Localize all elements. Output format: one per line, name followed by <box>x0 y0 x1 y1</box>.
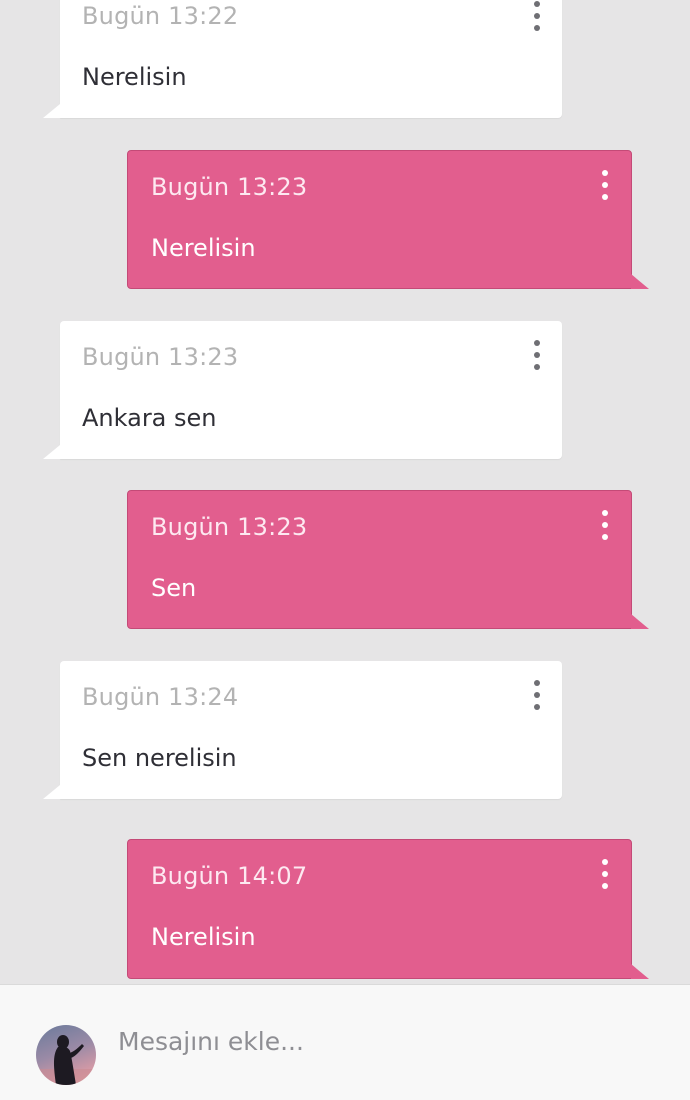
message-timestamp: Bugün 13:23 <box>151 173 308 201</box>
message-text: Nerelisin <box>151 923 256 951</box>
more-options-icon[interactable] <box>525 678 549 712</box>
message-composer <box>0 984 690 1100</box>
message-input[interactable] <box>118 1021 658 1061</box>
message-list[interactable]: Bugün 13:22 Nerelisin Bugün 13:23 Nereli… <box>0 0 690 984</box>
message-timestamp: Bugün 13:24 <box>82 683 239 711</box>
message-bubble-outgoing: Bugün 14:07 Nerelisin <box>127 839 649 979</box>
message-timestamp: Bugün 13:23 <box>82 343 239 371</box>
more-options-icon[interactable] <box>593 508 617 542</box>
more-options-icon[interactable] <box>525 0 549 33</box>
more-options-icon[interactable] <box>593 168 617 202</box>
message-bubble-incoming: Bugün 13:23 Ankara sen <box>43 321 562 459</box>
more-options-icon[interactable] <box>525 338 549 372</box>
message-timestamp: Bugün 13:22 <box>82 2 239 30</box>
message-text: Sen nerelisin <box>82 744 237 772</box>
message-bubble-outgoing: Bugün 13:23 Sen <box>127 490 649 629</box>
message-timestamp: Bugün 13:23 <box>151 513 308 541</box>
message-text: Nerelisin <box>82 63 187 91</box>
message-bubble-incoming: Bugün 13:22 Nerelisin <box>43 0 562 118</box>
message-text: Nerelisin <box>151 234 256 262</box>
message-bubble-outgoing: Bugün 13:23 Nerelisin <box>127 150 649 289</box>
message-timestamp: Bugün 14:07 <box>151 862 308 890</box>
message-text: Ankara sen <box>82 404 217 432</box>
user-avatar-icon[interactable] <box>36 1025 96 1085</box>
message-bubble-incoming: Bugün 13:24 Sen nerelisin <box>43 661 562 799</box>
more-options-icon[interactable] <box>593 857 617 891</box>
message-text: Sen <box>151 574 197 602</box>
